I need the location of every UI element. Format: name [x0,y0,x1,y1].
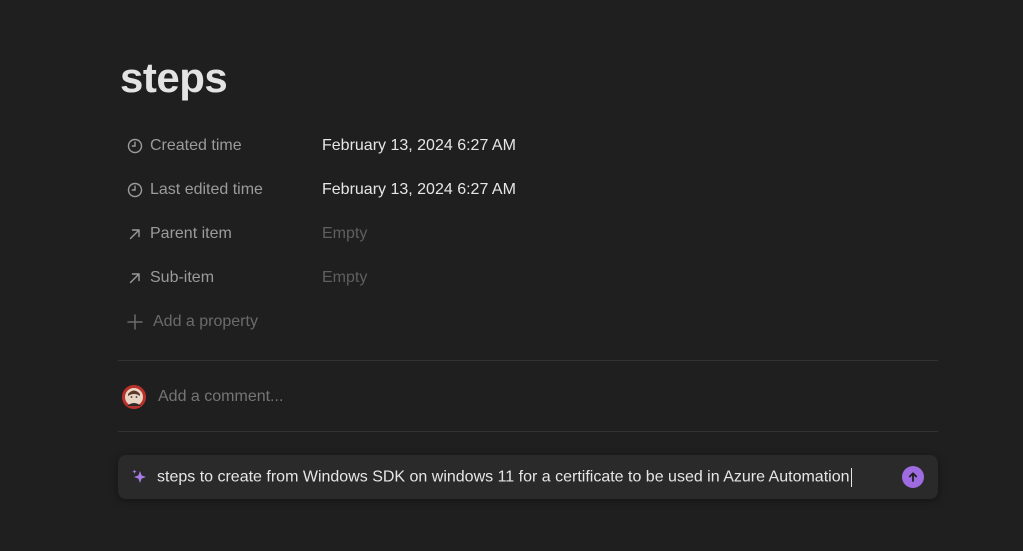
property-key-created-time[interactable]: Created time [118,129,316,163]
clock-icon [126,137,144,155]
text-caret [850,467,852,487]
ai-prompt-input[interactable]: steps to create from Windows SDK on wind… [157,467,852,487]
property-value-last-edited-time: February 13, 2024 6:27 AM [322,181,516,198]
ai-prompt-text: steps to create from Windows SDK on wind… [157,468,850,486]
property-label: Last edited time [150,181,263,198]
plus-icon [125,312,145,332]
property-row-created-time: Created time February 13, 2024 6:27 AM [118,124,938,168]
properties-list: Created time February 13, 2024 6:27 AM L… [118,124,938,344]
sparkle-icon [130,467,150,487]
property-row-parent-item: Parent item Empty [118,212,938,256]
property-label: Parent item [150,225,232,242]
send-button[interactable] [902,466,924,488]
arrow-up-right-icon [126,269,144,287]
property-row-sub-item: Sub-item Empty [118,256,938,300]
arrow-up-right-icon [126,225,144,243]
property-label: Created time [150,137,242,154]
comment-input[interactable] [158,388,658,406]
avatar [122,385,146,409]
property-row-last-edited-time: Last edited time February 13, 2024 6:27 … [118,168,938,212]
page-title[interactable]: steps [120,52,228,104]
page: steps Created time February 13, 2024 6:2… [0,0,1023,551]
divider [118,360,938,361]
add-property-label: Add a property [153,313,258,330]
property-key-sub-item[interactable]: Sub-item [118,261,316,295]
divider [118,431,938,432]
property-value-sub-item[interactable]: Empty [316,261,622,295]
property-value-created-time: February 13, 2024 6:27 AM [322,137,516,154]
clock-icon [126,181,144,199]
comment-row [122,384,658,410]
property-key-parent-item[interactable]: Parent item [118,217,316,251]
add-property-button[interactable]: Add a property [118,300,938,344]
property-value-parent-item[interactable]: Empty [316,217,622,251]
property-key-last-edited-time[interactable]: Last edited time [118,173,316,207]
arrow-up-circle-icon [907,471,919,483]
property-label: Sub-item [150,269,215,286]
ai-prompt-box[interactable]: steps to create from Windows SDK on wind… [118,455,938,499]
